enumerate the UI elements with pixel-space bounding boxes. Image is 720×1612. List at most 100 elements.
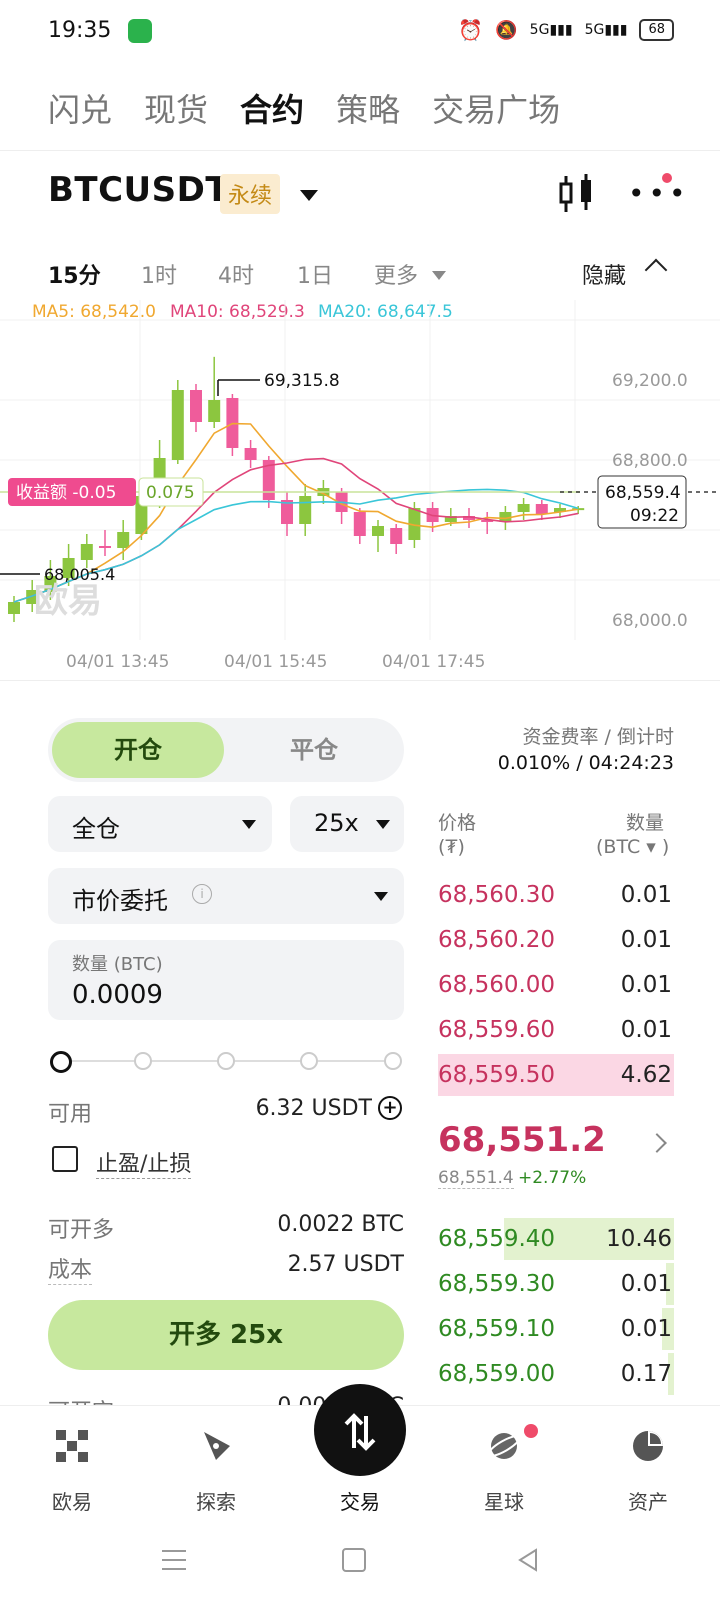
high-price-label: 69,315.8 — [264, 371, 340, 391]
candle-body — [208, 400, 221, 422]
compass-icon — [204, 1432, 230, 1460]
orderbook-price-unit: (₮) — [438, 836, 465, 858]
nav-planet-label: 星球 — [484, 1490, 524, 1514]
okx-logo-icon — [56, 1430, 88, 1462]
bid-row[interactable]: 68,559.30 0.01 — [438, 1263, 674, 1305]
tab-flash-swap[interactable]: 闪兑 — [48, 70, 112, 150]
candlestick-chart[interactable]: 69,200.0 68,800.0 68,000.0 04/01 13:45 04/01… — [0, 300, 720, 680]
tab-trading-square[interactable]: 交易广场 — [432, 70, 560, 150]
ask-qty: 0.01 — [620, 927, 672, 953]
tpsl-label[interactable]: 止盈/止损 — [96, 1146, 192, 1179]
candle-body — [99, 546, 111, 548]
bid-price: 68,559.40 — [438, 1226, 556, 1252]
transfer-add-icon[interactable]: + — [378, 1096, 402, 1120]
ask-row[interactable]: 68,560.20 0.01 — [438, 919, 674, 961]
tab-futures[interactable]: 合约 — [240, 70, 304, 150]
okx-watermark: 欧易 — [34, 581, 102, 621]
alarm-icon: ⏰ — [458, 18, 484, 42]
chevron-right-icon[interactable] — [647, 1133, 667, 1153]
margin-mode-select[interactable]: 全仓 — [48, 796, 272, 852]
slider-stop-100[interactable] — [384, 1052, 402, 1070]
candle-countdown: 09:22 — [630, 506, 679, 526]
open-long-button[interactable]: 开多 25x — [48, 1300, 404, 1370]
bid-price: 68,559.10 — [438, 1316, 556, 1342]
ask-price: 68,560.20 — [438, 927, 556, 953]
last-price: 68,551.2 — [438, 1120, 606, 1160]
system-back-icon[interactable] — [516, 1548, 540, 1572]
hide-chart-button[interactable]: 隐藏 — [582, 258, 626, 290]
slider-stop-25[interactable] — [134, 1052, 152, 1070]
notification-dot — [524, 1424, 538, 1438]
tab-strategy[interactable]: 策略 — [336, 70, 400, 150]
info-icon[interactable]: i — [192, 884, 212, 904]
funding-rate-label: 资金费率 / 倒计时 — [522, 726, 674, 748]
status-icons: ⏰ 🔕 5G▮▮▮ 5G▮▮▮ 68 — [458, 18, 674, 42]
order-type-select[interactable]: 市价委托 i — [48, 868, 404, 924]
pie-chart-icon — [633, 1431, 663, 1461]
tab-spot[interactable]: 现货 — [144, 70, 208, 150]
tpsl-checkbox[interactable] — [52, 1146, 78, 1172]
leverage-select[interactable]: 25x — [290, 796, 404, 852]
ask-row[interactable]: 68,559.60 0.01 — [438, 1009, 674, 1051]
symbol-name[interactable]: BTCUSDT — [48, 170, 229, 210]
close-position-tab[interactable]: 平仓 — [228, 722, 400, 778]
battery-icon: 68 — [639, 19, 674, 41]
interval-1h[interactable]: 1时 — [141, 258, 177, 290]
candle-body — [244, 448, 257, 460]
max-long-value: 0.0022 BTC — [277, 1212, 404, 1237]
candle-body — [353, 512, 366, 536]
quantity-input[interactable]: 数量 (BTC) 0.0009 — [48, 940, 404, 1020]
candle-body — [390, 528, 403, 544]
cost-label: 成本 — [48, 1252, 93, 1285]
ask-row[interactable]: 68,560.30 0.01 — [438, 874, 674, 916]
interval-1d[interactable]: 1日 — [297, 258, 333, 290]
bid-row[interactable]: 68,559.40 10.46 — [438, 1218, 674, 1260]
divider — [0, 150, 720, 151]
x-tick-label: 04/01 17:45 — [382, 652, 485, 672]
max-long-label: 可开多 — [48, 1218, 115, 1243]
y-tick-label: 68,000.0 — [612, 611, 688, 631]
x-tick-label: 04/01 13:45 — [66, 652, 169, 672]
orderbook-price-header: 价格 — [438, 812, 477, 834]
cost-value: 2.57 USDT — [287, 1252, 404, 1277]
notification-dot — [662, 173, 672, 183]
chevron-down-icon — [242, 820, 256, 829]
bid-price: 68,559.30 — [438, 1271, 556, 1297]
quantity-value[interactable]: 0.0009 — [72, 980, 163, 1010]
slider-stop-50[interactable] — [217, 1052, 235, 1070]
pnl-value: 0.075 — [146, 483, 195, 503]
orderbook-qty-unit-select[interactable]: (BTC ▾ ) — [596, 836, 669, 858]
candlestick-chart-icon[interactable] — [557, 174, 595, 214]
interval-4h[interactable]: 4时 — [218, 258, 254, 290]
slider-stop-75[interactable] — [300, 1052, 318, 1070]
funding-rate-value: 0.010% / 04:24:23 — [497, 752, 674, 774]
status-bar: 19:35 ⏰ 🔕 5G▮▮▮ 5G▮▮▮ 68 — [0, 0, 720, 66]
ask-row[interactable]: 68,559.50 4.62 — [438, 1054, 674, 1096]
nav-trade-label: 交易 — [340, 1490, 380, 1514]
app-notification-icon — [128, 19, 152, 43]
symbol-dropdown-icon[interactable] — [300, 190, 318, 201]
available-label: 可用 — [48, 1102, 93, 1127]
interval-15m[interactable]: 15分 — [48, 258, 101, 290]
open-position-tab[interactable]: 开仓 — [52, 722, 224, 778]
nav-assets-label: 资产 — [628, 1490, 668, 1514]
chevron-down-icon — [374, 892, 388, 901]
bid-row[interactable]: 68,559.00 0.17 — [438, 1353, 674, 1395]
system-home-icon[interactable] — [342, 1548, 366, 1572]
candle-body — [372, 526, 384, 536]
ask-qty: 0.01 — [620, 1017, 672, 1043]
bid-qty: 0.17 — [620, 1361, 672, 1387]
nav-explore-label: 探索 — [196, 1490, 236, 1514]
leverage-value: 25x — [314, 809, 359, 837]
available-value: 6.32 USDT — [255, 1096, 372, 1121]
ask-price: 68,559.60 — [438, 1017, 556, 1043]
ask-price: 68,560.30 — [438, 882, 556, 908]
interval-more[interactable]: 更多 — [374, 258, 418, 290]
nav-okx-label: 欧易 — [52, 1490, 92, 1514]
bid-row[interactable]: 68,559.10 0.01 — [438, 1308, 674, 1350]
price-change: +2.77% — [518, 1168, 587, 1188]
ask-row[interactable]: 68,560.00 0.01 — [438, 964, 674, 1006]
ask-price: 68,560.00 — [438, 972, 556, 998]
chevron-up-icon[interactable] — [644, 258, 668, 282]
slider-handle[interactable] — [50, 1051, 72, 1073]
